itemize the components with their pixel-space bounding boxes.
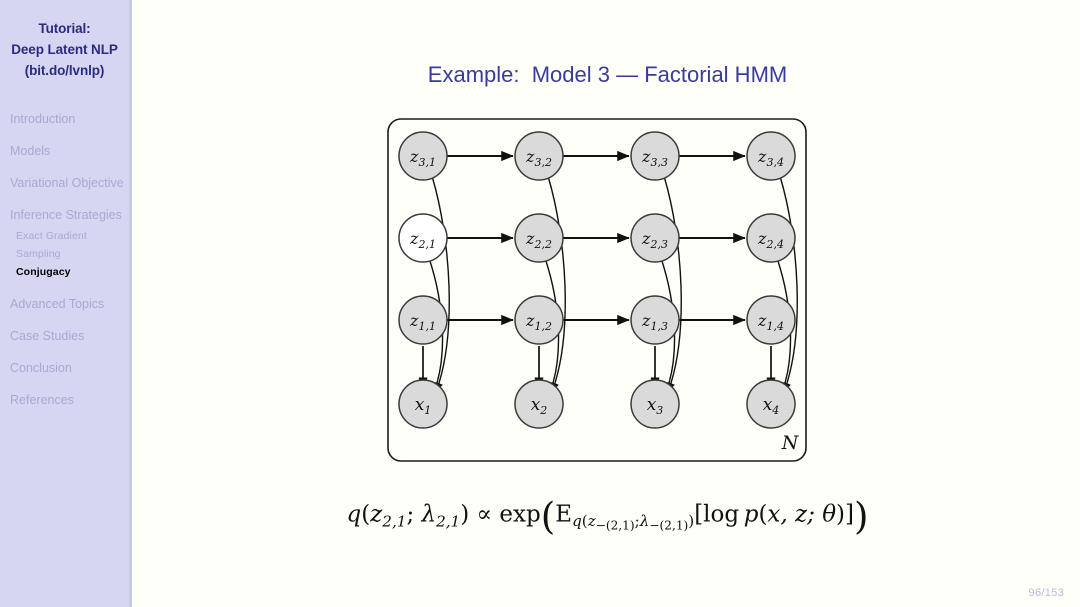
node-row-x: x1 x2 x3 x4 — [398, 379, 796, 429]
formula-propto: ∝ — [476, 501, 493, 528]
formula-exp-sub-z: z — [587, 512, 596, 531]
sidebar-subitem-sampling[interactable]: Sampling — [0, 247, 129, 262]
node-z2-1[interactable]: z2,1 — [398, 213, 448, 263]
node-z3-2[interactable]: z3,2 — [514, 131, 564, 181]
plate-rectangle — [387, 118, 807, 462]
sidebar-item-references[interactable]: References — [0, 392, 126, 409]
sidebar-title-line-1: Tutorial: — [38, 21, 91, 36]
node-z2-4[interactable]: z2,4 — [746, 213, 796, 263]
edges-transitions — [447, 150, 746, 326]
sidebar-nav: Introduction Models Variational Objectiv… — [0, 111, 129, 409]
formula-exp-sub-lambda: λ — [639, 512, 650, 531]
sidebar: Tutorial: Deep Latent NLP (bit.do/lvnlp)… — [0, 0, 132, 607]
formula-lhs-var-sub: 2,1 — [382, 512, 407, 531]
formula-p-args: x, z; θ — [767, 501, 837, 528]
variational-update-formula: q(z2,1; λ2,1) ∝ exp(Eq(z−(2,1);λ−(2,1))[… — [135, 494, 1080, 538]
edges-z3-to-x — [431, 175, 798, 393]
sidebar-title: Tutorial: Deep Latent NLP (bit.do/lvnlp) — [0, 0, 129, 81]
sidebar-title-line-3: (bit.do/lvnlp) — [24, 63, 105, 78]
formula-exp-sub-q: q — [572, 512, 582, 531]
node-z1-2[interactable]: z1,2 — [514, 295, 564, 345]
node-z1-3[interactable]: z1,3 — [630, 295, 680, 345]
sidebar-item-models[interactable]: Models — [0, 143, 126, 160]
edges-z2-to-x — [428, 257, 792, 393]
sidebar-item-introduction[interactable]: Introduction — [0, 111, 126, 128]
node-x-3[interactable]: x3 — [630, 379, 680, 429]
sidebar-item-inference-strategies[interactable]: Inference Strategies — [0, 207, 126, 224]
node-z1-4[interactable]: z1,4 — [746, 295, 796, 345]
node-z3-3[interactable]: z3,3 — [630, 131, 680, 181]
edges-z1-to-x — [418, 346, 776, 389]
factorial-hmm-diagram: z3,1 z3,2 z3,3 z3,4 z2,1 z2,2 z2,3 z2,4 … — [135, 110, 1080, 470]
slide: Tutorial: Deep Latent NLP (bit.do/lvnlp)… — [0, 0, 1080, 607]
node-z2-2[interactable]: z2,2 — [514, 213, 564, 263]
formula-exp-sub-lambda-idx: −(2,1) — [649, 519, 689, 534]
node-x-4[interactable]: x4 — [746, 379, 796, 429]
sidebar-subsection-group: Exact Gradient Sampling Conjugacy — [0, 229, 129, 280]
sidebar-title-line-2: Deep Latent NLP — [11, 42, 118, 57]
sidebar-item-variational-objective[interactable]: Variational Objective — [0, 175, 126, 192]
formula-exp-sub-z-idx: −(2,1) — [595, 519, 635, 534]
node-z3-1[interactable]: z3,1 — [398, 131, 448, 181]
formula-expectation: E — [555, 501, 573, 528]
formula-lhs-lambda-sub: 2,1 — [436, 512, 461, 531]
sidebar-subitem-exact-gradient[interactable]: Exact Gradient — [0, 229, 129, 244]
sidebar-item-case-studies[interactable]: Case Studies — [0, 328, 126, 345]
formula-log: log — [703, 501, 740, 528]
formula-p: p — [743, 501, 759, 528]
main-content: Example: Model 3 — Factorial HMM z3,1 z3… — [135, 0, 1080, 607]
node-x-1[interactable]: x1 — [398, 379, 448, 429]
formula-q: q — [346, 501, 362, 528]
formula-expression: q(z2,1; λ2,1) ∝ exp(Eq(z−(2,1);λ−(2,1))[… — [346, 494, 869, 538]
sidebar-item-conclusion[interactable]: Conclusion — [0, 360, 126, 377]
sidebar-subitem-conjugacy[interactable]: Conjugacy — [0, 265, 129, 280]
node-z2-3[interactable]: z2,3 — [630, 213, 680, 263]
formula-exp: exp — [499, 501, 541, 528]
node-x-2[interactable]: x2 — [514, 379, 564, 429]
page-title: Example: Model 3 — Factorial HMM — [427, 62, 788, 87]
plate-label: N — [781, 432, 800, 454]
node-z3-4[interactable]: z3,4 — [746, 131, 796, 181]
graphical-model-svg: z3,1 z3,2 z3,3 z3,4 z2,1 z2,2 z2,3 z2,4 … — [387, 118, 807, 462]
page-number: 96/153 — [1028, 587, 1064, 599]
formula-lhs-var: z — [370, 501, 383, 528]
node-z1-1[interactable]: z1,1 — [398, 295, 448, 345]
sidebar-item-advanced-topics[interactable]: Advanced Topics — [0, 296, 126, 313]
formula-lhs-lambda: λ — [421, 501, 437, 528]
